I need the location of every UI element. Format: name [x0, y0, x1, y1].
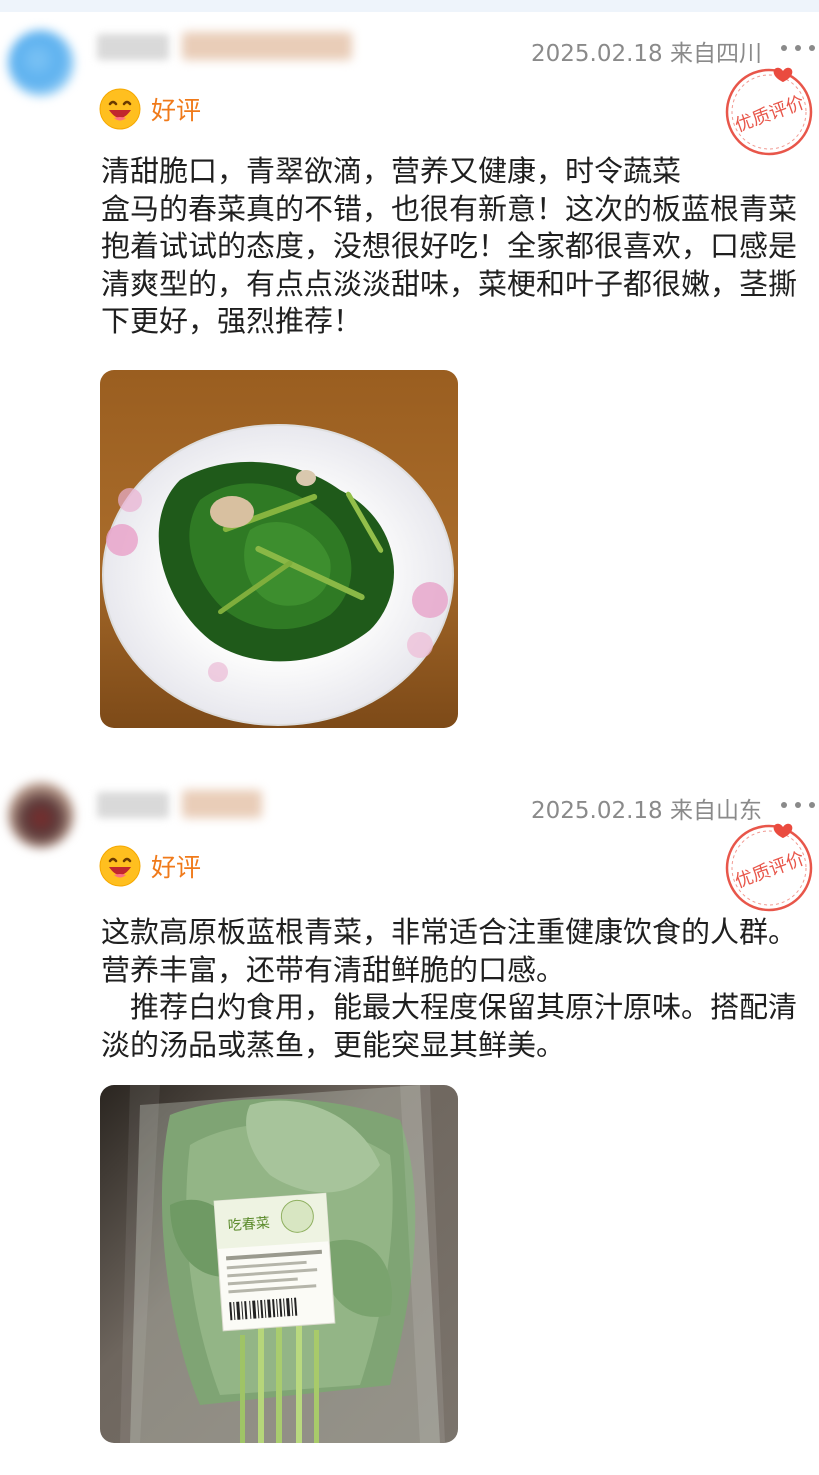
- rating: 好评: [99, 845, 201, 887]
- package-label: 吃春菜: [213, 1192, 336, 1332]
- quality-review-stamp-icon: 优质评价: [721, 818, 817, 914]
- more-dots-icon[interactable]: [781, 41, 815, 55]
- packaged-greens-photo[interactable]: 吃春菜: [100, 1085, 458, 1443]
- rating-label: 好评: [151, 853, 202, 882]
- rating-label: 好评: [151, 96, 202, 125]
- avatar[interactable]: [8, 30, 74, 96]
- top-strip: [0, 0, 819, 12]
- package-label-text: 吃春菜: [227, 1215, 270, 1234]
- username-blurred-2[interactable]: [182, 32, 352, 60]
- smile-face-icon: [99, 88, 141, 130]
- username-blurred[interactable]: [97, 792, 169, 818]
- stamp-text: 优质评价: [732, 848, 807, 892]
- username-blurred[interactable]: [97, 34, 169, 60]
- more-dots-icon[interactable]: [781, 798, 815, 812]
- stamp-text: 优质评价: [732, 92, 807, 136]
- plate-of-greens-photo[interactable]: [100, 370, 458, 728]
- rating: 好评: [99, 88, 201, 130]
- review-text: 清甜脆口，青翠欲滴，营养又健康，时令蔬菜 盒马的春菜真的不错，也很有新意！这次的…: [101, 154, 798, 338]
- username-blurred-2[interactable]: [182, 790, 262, 818]
- quality-review-stamp-icon: 优质评价: [721, 62, 817, 158]
- smile-face-icon: [99, 845, 141, 887]
- avatar[interactable]: [8, 782, 74, 848]
- review-text: 这款高原板蓝根青菜，非常适合注重健康饮食的人群。营养丰富，还带有清甜鲜脆的口感。…: [101, 915, 798, 1062]
